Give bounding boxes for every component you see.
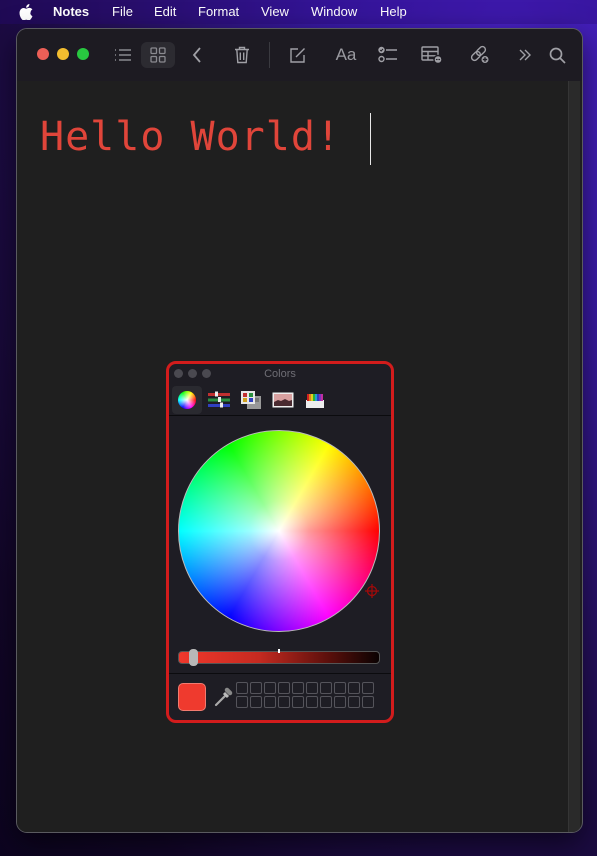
color-mode-tabs	[169, 384, 391, 416]
apple-logo-icon[interactable]	[19, 4, 33, 20]
color-sliders-icon	[208, 391, 230, 408]
collaborate-icon	[470, 45, 490, 65]
swatch-slot[interactable]	[348, 682, 360, 694]
close-window-button[interactable]	[37, 48, 49, 60]
colors-titlebar[interactable]: Colors	[169, 364, 391, 384]
swatch-slot[interactable]	[264, 682, 276, 694]
search-icon	[549, 47, 566, 64]
panel-divider	[169, 673, 391, 674]
checklist-icon	[378, 46, 397, 63]
swatch-slot[interactable]	[334, 682, 346, 694]
chevron-left-icon	[192, 47, 201, 63]
note-body-text[interactable]: Hello World!	[40, 114, 341, 160]
swatch-slot[interactable]	[348, 696, 360, 708]
pencils-icon	[306, 394, 324, 408]
swatch-slot[interactable]	[320, 696, 332, 708]
color-picker-crosshair[interactable]	[365, 584, 379, 598]
menu-format[interactable]: Format	[198, 4, 239, 19]
checklist-button[interactable]	[371, 42, 405, 68]
swatch-slot[interactable]	[278, 696, 290, 708]
saved-swatches-grid	[236, 682, 374, 708]
swatch-slot[interactable]	[334, 696, 346, 708]
more-button[interactable]	[508, 42, 542, 68]
table-icon	[421, 46, 443, 64]
color-wheel[interactable]	[178, 430, 380, 632]
compose-icon	[289, 47, 305, 63]
grid-icon	[150, 47, 166, 63]
colors-title: Colors	[264, 368, 296, 380]
slider-midpoint-tick	[278, 649, 280, 653]
brightness-slider-knob[interactable]	[188, 649, 198, 666]
menu-help[interactable]: Help	[380, 4, 407, 19]
trash-icon	[235, 46, 249, 64]
menu-app-notes[interactable]: Notes	[53, 4, 89, 19]
swatch-slot[interactable]	[320, 682, 332, 694]
swatch-slot[interactable]	[236, 696, 248, 708]
selected-color-swatch[interactable]	[178, 683, 206, 711]
gallery-view-button[interactable]	[141, 42, 175, 68]
delete-button[interactable]	[225, 42, 259, 68]
collaborate-button[interactable]	[463, 42, 497, 68]
swatch-slot[interactable]	[306, 682, 318, 694]
color-wheel-icon	[178, 391, 196, 409]
tab-color-wheel[interactable]	[172, 386, 202, 414]
swatch-slot[interactable]	[264, 696, 276, 708]
swatch-slot[interactable]	[362, 696, 374, 708]
list-icon	[115, 49, 131, 61]
search-button[interactable]	[540, 42, 574, 68]
list-view-button[interactable]	[106, 42, 140, 68]
swatch-slot[interactable]	[250, 696, 262, 708]
swatch-slot[interactable]	[236, 682, 248, 694]
minimize-window-button[interactable]	[57, 48, 69, 60]
menu-file[interactable]: File	[112, 4, 133, 19]
table-button[interactable]	[415, 42, 449, 68]
new-note-button[interactable]	[280, 42, 314, 68]
menu-window[interactable]: Window	[311, 4, 357, 19]
swatch-slot[interactable]	[278, 682, 290, 694]
swatch-slot[interactable]	[362, 682, 374, 694]
swatch-slot[interactable]	[292, 696, 304, 708]
tab-color-sliders[interactable]	[204, 386, 234, 414]
tab-pencils[interactable]	[300, 386, 330, 414]
tab-color-palettes[interactable]	[236, 386, 266, 414]
menu-bar: Notes File Edit Format View Window Help	[0, 0, 597, 24]
toolbar-divider	[269, 42, 270, 68]
scrollbar[interactable]	[568, 81, 580, 832]
eyedropper-icon[interactable]	[213, 686, 233, 708]
color-palettes-icon	[241, 391, 261, 409]
toolbar: Aa	[17, 29, 582, 81]
back-button[interactable]	[180, 42, 214, 68]
zoom-window-button[interactable]	[77, 48, 89, 60]
tab-image-palettes[interactable]	[268, 386, 298, 414]
colors-panel: Colors	[166, 361, 394, 723]
menu-view[interactable]: View	[261, 4, 289, 19]
text-caret	[370, 113, 371, 165]
text-format-icon: Aa	[335, 45, 357, 64]
chevron-double-right-icon	[519, 49, 531, 61]
swatch-slot[interactable]	[306, 696, 318, 708]
swatch-slot[interactable]	[292, 682, 304, 694]
brightness-slider[interactable]	[178, 649, 380, 666]
image-palettes-icon	[272, 392, 294, 408]
format-button[interactable]: Aa	[329, 42, 363, 68]
menu-edit[interactable]: Edit	[154, 4, 176, 19]
swatch-slot[interactable]	[250, 682, 262, 694]
